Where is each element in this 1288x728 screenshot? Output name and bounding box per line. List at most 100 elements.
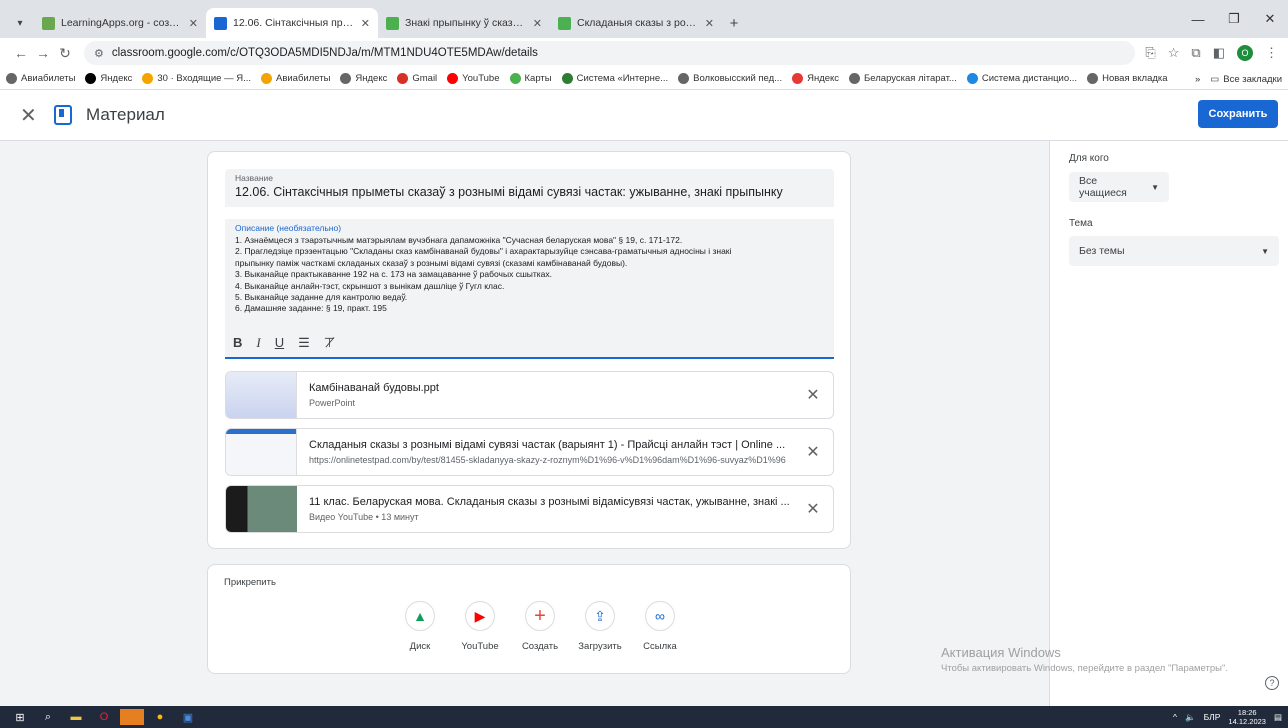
upload-icon: ⇪: [585, 601, 615, 631]
new-tab-button[interactable]: +: [722, 8, 746, 38]
close-window-icon[interactable]: ✕: [1252, 0, 1288, 38]
topic-select[interactable]: Без темы ▼: [1069, 236, 1279, 266]
tab-search-icon[interactable]: ▾: [6, 8, 34, 38]
url-input[interactable]: ⚙ classroom.google.com/c/OTQ3ODA5MDI5NDJ…: [84, 41, 1136, 65]
browser-tab[interactable]: LearningApps.org - создание м ✕: [34, 8, 206, 38]
search-icon[interactable]: ⌕: [36, 709, 60, 725]
attachment-title: Камбінаванай будовы.ppt: [309, 382, 439, 394]
bookmark-item[interactable]: Яндекс: [340, 73, 387, 84]
bookmark-item[interactable]: Gmail: [397, 73, 437, 84]
remove-attachment-icon[interactable]: ✕: [793, 442, 833, 462]
title-field[interactable]: Название 12.06. Сінтаксічныя прыметы ска…: [225, 169, 834, 207]
title-value[interactable]: 12.06. Сінтаксічныя прыметы сказаў з роз…: [235, 185, 824, 199]
app-icon[interactable]: [120, 709, 144, 725]
description-line: 5. Выканайце заданне для кантролю ведаў.: [235, 292, 408, 303]
app-header: ✕ Материал Сохранить: [0, 90, 1288, 141]
bookmark-item[interactable]: YouTube: [447, 73, 500, 84]
description-line: 3. Выканайце практыкаванне 192 на с. 173…: [235, 269, 553, 280]
install-app-icon[interactable]: ⎘: [1145, 45, 1155, 61]
help-icon[interactable]: ?: [1265, 676, 1279, 690]
remove-attachment-icon[interactable]: ✕: [793, 499, 833, 519]
bookmark-item[interactable]: Беларуская літарат...: [849, 73, 957, 84]
back-icon[interactable]: ←: [10, 45, 32, 61]
tab-close-icon[interactable]: ✕: [533, 17, 542, 30]
for-whom-select[interactable]: Все учащиеся ▼: [1069, 172, 1169, 202]
dropdown-arrow-icon: ▼: [1261, 246, 1269, 256]
site-info-icon[interactable]: ⚙: [94, 47, 104, 60]
maximize-icon[interactable]: ❐: [1216, 0, 1252, 38]
menu-dots-icon[interactable]: ⋮: [1265, 45, 1278, 61]
forward-icon[interactable]: →: [32, 45, 54, 61]
volume-icon[interactable]: 🔈: [1185, 712, 1196, 723]
bookmark-item[interactable]: 30 · Входящие — Я...: [142, 73, 251, 84]
more-bookmarks-icon[interactable]: »: [1195, 74, 1200, 85]
tab-close-icon[interactable]: ✕: [705, 17, 714, 30]
drive-icon: ▲: [405, 601, 435, 631]
file-explorer-icon[interactable]: ▬: [64, 709, 88, 725]
attachment-subtitle: https://onlinetestpad.com/by/test/81455-…: [309, 455, 786, 465]
all-bookmarks-link[interactable]: Все закладки: [1223, 74, 1282, 85]
browser-tab[interactable]: Знакі прыпынку ў сказах з прос ✕: [378, 8, 550, 38]
attachment-item[interactable]: Камбінаванай будовы.ppt PowerPoint ✕: [225, 371, 834, 419]
profile-avatar[interactable]: О: [1237, 45, 1253, 61]
browser-tab-active[interactable]: 12.06. Сінтаксічныя прыметы с ✕: [206, 8, 378, 38]
bookmark-item[interactable]: Система дистанцио...: [966, 73, 1077, 84]
word-icon[interactable]: ▣: [176, 709, 200, 725]
windows-taskbar: ⊞ ⌕ ▬ O ● ▣ ^ 🔈 БЛР 18:26 14.12.2023 ▤: [0, 706, 1288, 728]
clear-formatting-icon[interactable]: ⊤̸: [324, 335, 335, 351]
bookmark-item[interactable]: Яндекс: [792, 73, 839, 84]
tab-close-icon[interactable]: ✕: [189, 17, 198, 30]
address-bar-row: ← → ↻ ⚙ classroom.google.com/c/OTQ3ODA5M…: [0, 38, 1288, 68]
bookmark-item[interactable]: Новая вкладка: [1087, 73, 1168, 84]
upload-button[interactable]: ⇪ Загрузить: [574, 601, 626, 652]
windows-activation-watermark: Активация Windows Чтобы активировать Win…: [941, 645, 1228, 674]
bookmark-item[interactable]: Волковысский пед...: [678, 73, 782, 84]
start-icon[interactable]: ⊞: [8, 709, 32, 725]
bookmark-item[interactable]: Яндекс: [85, 73, 132, 84]
close-icon[interactable]: ✕: [20, 103, 46, 128]
side-panel-icon[interactable]: ◧: [1213, 45, 1225, 61]
bookmark-item[interactable]: Авиабилеты: [260, 73, 330, 84]
youtube-icon: ▶: [465, 601, 495, 631]
attachment-subtitle: PowerPoint: [309, 398, 356, 408]
clock[interactable]: 18:26 14.12.2023: [1228, 708, 1266, 726]
extensions-icon[interactable]: ⧉: [1191, 45, 1200, 61]
chrome-icon[interactable]: ●: [148, 709, 172, 725]
title-label: Название: [235, 173, 273, 183]
tray-arrow-icon[interactable]: ^: [1173, 712, 1177, 722]
minimize-icon[interactable]: —: [1180, 0, 1216, 38]
italic-icon[interactable]: I: [256, 335, 260, 351]
remove-attachment-icon[interactable]: ✕: [793, 385, 833, 405]
notifications-icon[interactable]: ▤: [1274, 712, 1282, 723]
attachment-item[interactable]: 11 клас. Беларуская мова. Складаныя сказ…: [225, 485, 834, 533]
save-button[interactable]: Сохранить: [1198, 100, 1278, 128]
page-title: Материал: [86, 105, 165, 124]
attachment-title: 11 клас. Беларуская мова. Складаныя сказ…: [309, 496, 790, 508]
bookmark-item[interactable]: Авиабилеты: [6, 73, 75, 84]
attach-card: Прикрепить ▲ Диск ▶ YouTube + Создать ⇪ Загр…: [207, 564, 851, 674]
attach-label: Прикрепить: [224, 577, 276, 588]
browser-tab[interactable]: Складаныя сказы з рознымі ві ✕: [550, 8, 722, 38]
favicon-icon: [42, 16, 55, 30]
material-form-card: Название 12.06. Сінтаксічныя прыметы ска…: [207, 151, 851, 549]
attachment-item[interactable]: Складаныя сказы з рознымі відамі сувязі …: [225, 428, 834, 476]
language-indicator[interactable]: БЛР: [1204, 712, 1221, 722]
reload-icon[interactable]: ↻: [54, 45, 76, 62]
link-button[interactable]: ∞ Ссылка: [634, 601, 686, 652]
bulleted-list-icon[interactable]: ☰: [298, 335, 310, 351]
bookmark-star-icon[interactable]: ☆: [1168, 45, 1180, 61]
tab-title: Складаныя сказы з рознымі ві: [577, 17, 701, 29]
description-field[interactable]: Описание (необязательно) 1. Азнаёмцеся з…: [225, 219, 834, 359]
bookmark-item[interactable]: Система «Интерне...: [561, 73, 668, 84]
drive-button[interactable]: ▲ Диск: [394, 601, 446, 652]
bold-icon[interactable]: B: [233, 335, 242, 351]
create-button[interactable]: + Создать: [514, 601, 566, 652]
underline-icon[interactable]: U: [275, 335, 284, 351]
description-line: 2. Прагледзіце прэзентацыю "Складаны ска…: [235, 246, 732, 257]
tab-close-icon[interactable]: ✕: [361, 17, 370, 30]
youtube-button[interactable]: ▶ YouTube: [454, 601, 506, 652]
tab-title: LearningApps.org - создание м: [61, 17, 185, 29]
bookmark-item[interactable]: Карты: [509, 73, 552, 84]
opera-icon[interactable]: O: [92, 709, 116, 725]
attachment-subtitle: Видео YouTube • 13 минут: [309, 512, 419, 522]
